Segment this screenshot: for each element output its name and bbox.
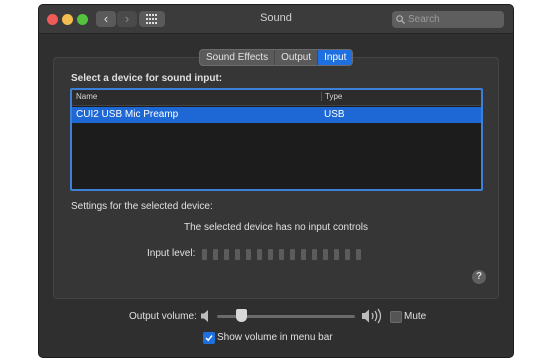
tab-output[interactable]: Output	[275, 50, 319, 65]
level-segment	[323, 249, 328, 260]
input-level-meter	[202, 249, 361, 260]
level-segment	[268, 249, 273, 260]
level-segment	[224, 249, 229, 260]
mute-label: Mute	[404, 311, 427, 322]
level-segment	[312, 249, 317, 260]
level-segment	[235, 249, 240, 260]
device-type-cell: USB	[324, 109, 345, 120]
level-segment	[279, 249, 284, 260]
output-volume-label: Output volume:	[129, 311, 197, 322]
settings-label: Settings for the selected device:	[71, 201, 213, 212]
volume-slider-knob[interactable]	[236, 309, 248, 322]
show-volume-checkbox[interactable]	[203, 332, 215, 344]
table-row[interactable]: CUI2 USB Mic Preamp USB	[72, 107, 481, 123]
checkmark-icon	[205, 335, 213, 342]
level-segment	[246, 249, 251, 260]
level-segment	[213, 249, 218, 260]
search-input[interactable]	[408, 12, 500, 27]
search-icon	[396, 15, 405, 24]
no-controls-message: The selected device has no input control…	[184, 222, 368, 233]
level-segment	[202, 249, 207, 260]
help-icon: ?	[475, 271, 483, 282]
speaker-high-icon	[362, 308, 382, 324]
level-segment	[345, 249, 350, 260]
input-device-table[interactable]: Name Type CUI2 USB Mic Preamp USB	[70, 88, 483, 191]
device-name-cell: CUI2 USB Mic Preamp	[76, 109, 179, 120]
mute-checkbox[interactable]	[390, 311, 402, 323]
table-header: Name Type	[72, 90, 481, 106]
column-header-type[interactable]: Type	[321, 92, 342, 101]
column-header-name[interactable]: Name	[76, 92, 97, 101]
level-segment	[290, 249, 295, 260]
input-device-heading: Select a device for sound input:	[71, 73, 223, 84]
input-level-label: Input level:	[147, 248, 196, 259]
sound-preferences-window: ‹ › Sound Sound Effects Output Input Se	[38, 4, 514, 358]
help-button[interactable]: ?	[472, 270, 486, 284]
level-segment	[257, 249, 262, 260]
tab-sound-effects[interactable]: Sound Effects	[200, 50, 276, 65]
show-volume-label: Show volume in menu bar	[217, 332, 333, 343]
tab-bar: Sound Effects Output Input	[199, 49, 354, 66]
speaker-low-icon	[201, 310, 208, 322]
level-segment	[356, 249, 361, 260]
level-segment	[334, 249, 339, 260]
title-bar: ‹ › Sound	[39, 5, 513, 34]
tab-input[interactable]: Input	[318, 50, 353, 65]
search-field[interactable]	[392, 11, 504, 28]
level-segment	[301, 249, 306, 260]
